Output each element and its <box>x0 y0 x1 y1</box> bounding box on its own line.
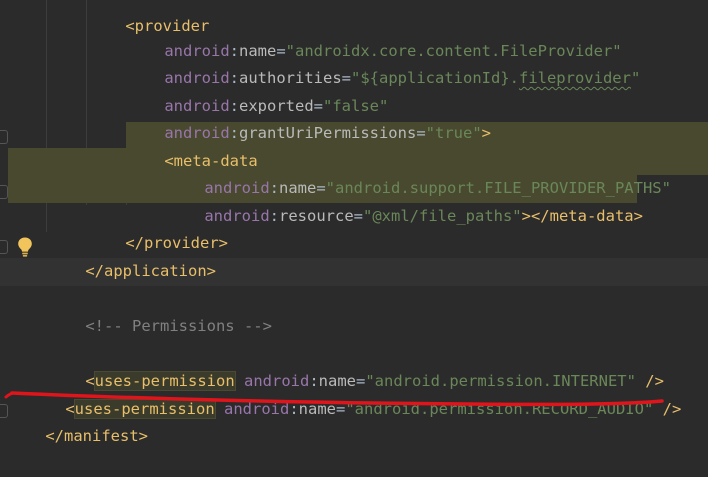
tag-bracket: </ <box>45 427 64 445</box>
red-underline-annotation <box>4 391 664 407</box>
code-line[interactable]: </manifest> <box>8 396 148 445</box>
code-editor[interactable]: <provider android:name="androidx.core.co… <box>0 0 708 445</box>
tag-bracket: > <box>138 427 148 445</box>
tag-name: manifest <box>64 427 139 445</box>
